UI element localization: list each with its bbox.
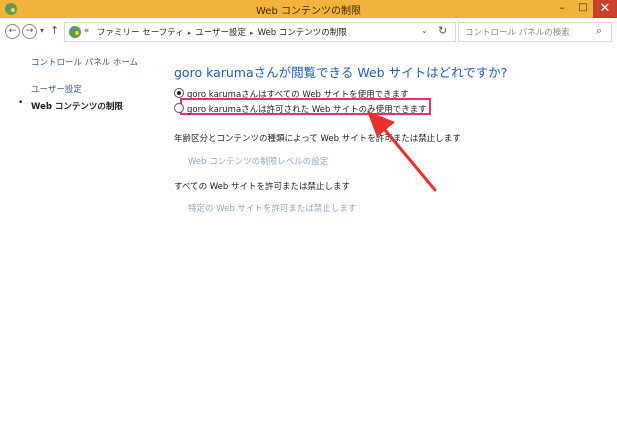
search-icon[interactable]: ⌕ — [596, 24, 602, 38]
window-title: Web コンテンツの制限 — [256, 6, 361, 17]
section-heading-rating: 年齢区分とコンテンツの種類によって Web サイトを許可または禁止します — [174, 134, 461, 144]
radio-allowed-websites[interactable]: goro karumaさんは許可された Web サイトのみ使用できます — [174, 103, 427, 115]
radio-button[interactable] — [174, 103, 184, 113]
up-button[interactable]: ↑ — [50, 24, 59, 37]
link-allow-block-specific-sites[interactable]: 特定の Web サイトを許可または禁止します — [188, 202, 356, 214]
close-button[interactable]: ✕ — [593, 0, 617, 18]
address-bar[interactable]: « ファミリー セーフティ ▸ ユーザー設定 ▸ Web コンテンツの制限 ⌄ ↻ — [64, 22, 456, 42]
forward-button[interactable]: → — [22, 24, 37, 39]
title-bar: Web コンテンツの制限 – □ ✕ — [0, 0, 617, 18]
radio-label[interactable]: goro karumaさんは許可された Web サイトのみ使用できます — [187, 105, 427, 115]
maximize-button[interactable]: □ — [573, 0, 593, 18]
current-item-bullet: • — [18, 98, 24, 108]
sidebar-item-user-settings[interactable]: ユーザー設定 — [31, 83, 82, 95]
chevron-right-icon: ▸ — [187, 29, 192, 37]
link-set-restriction-level[interactable]: Web コンテンツの制限レベルの設定 — [188, 155, 328, 167]
breadcrumb-overflow[interactable]: « — [84, 26, 89, 36]
refresh-icon[interactable]: ↻ — [438, 24, 447, 37]
recent-locations-dropdown[interactable]: ▾ — [40, 26, 44, 35]
sidebar-item-web-content: Web コンテンツの制限 — [31, 102, 123, 112]
breadcrumb-web-content[interactable]: Web コンテンツの制限 — [258, 28, 347, 38]
page-title: goro karumaさんが閲覧できる Web サイトはどれですか? — [174, 65, 508, 80]
search-placeholder: コントロール パネルの検索 — [465, 28, 570, 38]
breadcrumb-user-settings[interactable]: ユーザー設定 — [195, 28, 246, 38]
breadcrumb: ファミリー セーフティ ▸ ユーザー設定 ▸ Web コンテンツの制限 — [97, 26, 347, 38]
search-input[interactable]: コントロール パネルの検索 ⌕ — [458, 22, 612, 42]
minimize-button[interactable]: – — [550, 0, 574, 18]
chevron-right-icon: ▸ — [250, 29, 254, 37]
sidebar: コントロール パネル ホーム ユーザー設定 • Web コンテンツの制限 — [0, 46, 150, 448]
breadcrumb-family-safety[interactable]: ファミリー セーフティ — [97, 28, 184, 38]
sidebar-item-control-panel-home[interactable]: コントロール パネル ホーム — [31, 56, 138, 68]
radio-button[interactable] — [174, 88, 184, 98]
section-heading-allow-block: すべての Web サイトを許可または禁止します — [174, 182, 351, 192]
family-safety-icon — [69, 26, 81, 38]
chevron-down-icon[interactable]: ⌄ — [421, 26, 428, 35]
back-button[interactable]: ← — [5, 24, 20, 39]
navigation-bar: ← → ▾ ↑ « ファミリー セーフティ ▸ ユーザー設定 ▸ Web コンテンツの制… — [0, 18, 617, 46]
